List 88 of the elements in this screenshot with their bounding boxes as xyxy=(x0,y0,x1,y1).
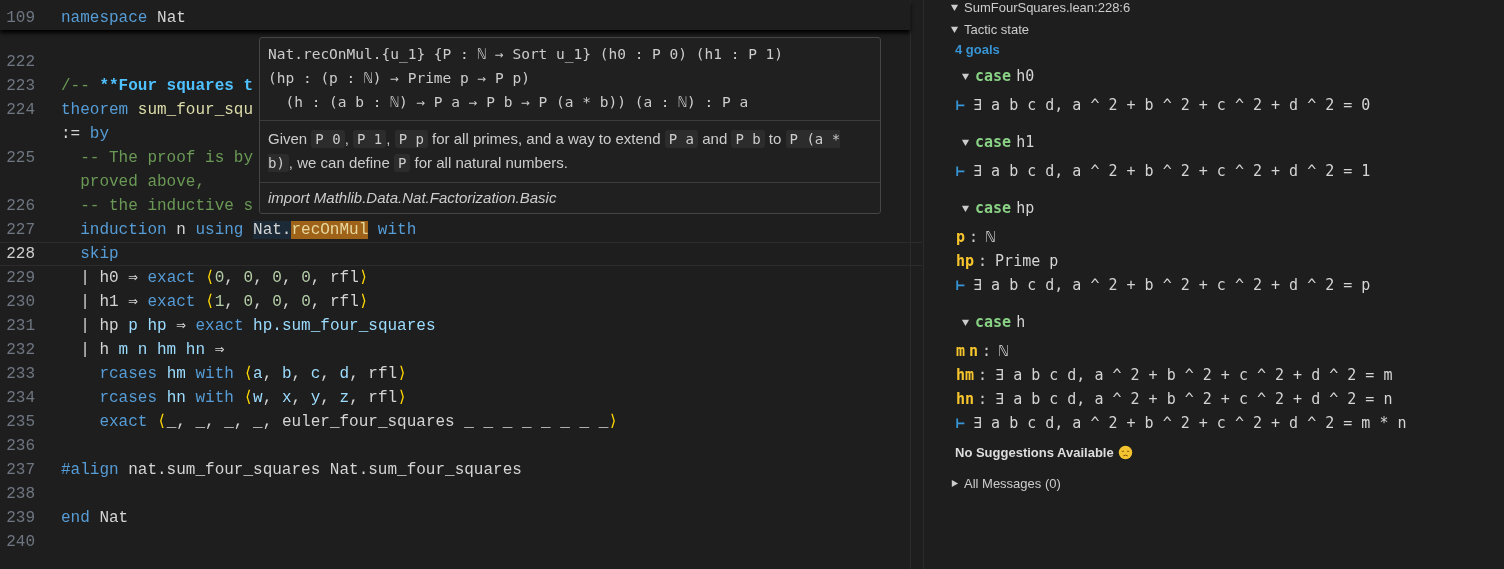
caret-down-icon[interactable] xyxy=(961,71,970,81)
code-line: rcases hn with ⟨w, x, y, z, rfl⟩ xyxy=(98,388,407,409)
code-line: -- The proof is by xyxy=(79,148,254,169)
turnstile-symbol: ⊢ xyxy=(956,162,966,180)
no-suggestions-text: No Suggestions Available xyxy=(955,445,1114,460)
code-line: proved above, xyxy=(79,172,206,193)
code-line: #align nat.sum_four_squares Nat.sum_four_squares xyxy=(61,460,522,481)
line-number: 233 xyxy=(6,364,35,385)
hypothesis-name[interactable]: hm xyxy=(956,366,975,384)
case-name: h xyxy=(1016,313,1026,331)
goal-text: ∃ a b c d, a ^ 2 + b ^ 2 + c ^ 2 + d ^ 2 = m * n xyxy=(973,414,1407,432)
hypothesis-name[interactable]: hn xyxy=(956,390,975,408)
line-number: 238 xyxy=(6,484,35,505)
case-name: h0 xyxy=(1016,67,1035,85)
case-name: h1 xyxy=(1016,133,1035,151)
code-line: | h0 ⇒ exact ⟨0, 0, 0, 0, rfl⟩ xyxy=(79,268,369,289)
line-number: 235 xyxy=(6,412,35,433)
code-line: induction n using Nat.recOnMul with xyxy=(79,220,417,241)
caret-down-icon[interactable] xyxy=(961,137,970,147)
goal-text: ∃ a b c d, a ^ 2 + b ^ 2 + c ^ 2 + d ^ 2 = 1 xyxy=(973,162,1371,180)
line-number: 226 xyxy=(6,196,35,217)
editor-scrollbar[interactable] xyxy=(910,0,924,569)
hypothesis-type: ∃ a b c d, a ^ 2 + b ^ 2 + c ^ 2 + d ^ 2 = m xyxy=(995,366,1393,384)
case-keyword: case xyxy=(975,67,1012,85)
goal-text: ∃ a b c d, a ^ 2 + b ^ 2 + c ^ 2 + d ^ 2 = p xyxy=(973,276,1371,294)
line-number: 224 xyxy=(6,100,35,121)
caret-down-icon[interactable] xyxy=(950,24,959,34)
caret-down-icon[interactable] xyxy=(950,2,959,12)
colon: : xyxy=(982,342,992,360)
goal-count: 4 goals xyxy=(954,41,1001,59)
code-line: | h m n hm hn ⇒ xyxy=(79,340,225,361)
line-number: 231 xyxy=(6,316,35,337)
signature-text: (h : (a b : ℕ) → P a → P b → P (a * b)) (a : ℕ) : P a xyxy=(284,93,750,112)
sad-face-icon xyxy=(1117,445,1133,460)
turnstile-symbol: ⊢ xyxy=(956,96,966,114)
tactic-state-header[interactable]: Tactic state xyxy=(964,21,1030,37)
case-keyword: case xyxy=(975,313,1012,331)
signature-text: (hp : (p : ℕ) → Prime p → P p) xyxy=(268,69,531,88)
code-line: end Nat xyxy=(61,508,129,529)
line-number: 232 xyxy=(6,340,35,361)
line-number: 227 xyxy=(6,220,35,241)
code-line: exact ⟨_, _, _, _, euler_four_squares _ _ _ _ _ _ _ _⟩ xyxy=(98,412,618,433)
case-keyword: case xyxy=(975,133,1012,151)
case-name: hp xyxy=(1016,199,1035,217)
code-line: | hp p hp ⇒ exact hp.sum_four_squares xyxy=(79,316,436,337)
hypothesis-name[interactable]: hp xyxy=(956,252,975,270)
line-number: 225 xyxy=(6,148,35,169)
case-keyword: case xyxy=(975,199,1012,217)
code-line: theorem sum_four_squ xyxy=(61,100,254,121)
code-line: rcases hm with ⟨a, b, c, d, rfl⟩ xyxy=(98,364,407,385)
line-number: 236 xyxy=(6,436,35,457)
signature-text: Nat.recOnMul.{u_1} {P : ℕ → Sort u_1} (h0 : P 0) (h1 : P 1) xyxy=(268,45,785,65)
colon: : xyxy=(969,228,979,246)
turnstile-symbol: ⊢ xyxy=(956,414,966,432)
colon: : xyxy=(978,252,988,270)
file-position-header[interactable]: SumFourSquares.lean:228:6 xyxy=(964,0,1131,15)
code-line: | h1 ⇒ exact ⟨1, 0, 0, 0, rfl⟩ xyxy=(79,292,369,313)
line-number: 237 xyxy=(6,460,35,481)
code-line: -- the inductive s xyxy=(79,196,254,217)
colon: : xyxy=(978,390,988,408)
line-number: 239 xyxy=(6,508,35,529)
line-number: 223 xyxy=(6,76,35,97)
hypothesis-name[interactable]: n xyxy=(969,342,979,360)
code-line: := by xyxy=(61,124,109,145)
import-text: import Mathlib.Data.Nat.Factorization.Basic xyxy=(260,182,880,213)
goal-text: ∃ a b c d, a ^ 2 + b ^ 2 + c ^ 2 + d ^ 2 = 0 xyxy=(973,96,1371,114)
line-number: 240 xyxy=(6,532,35,553)
line-number: 222 xyxy=(6,52,35,73)
hypothesis-type: ∃ a b c d, a ^ 2 + b ^ 2 + c ^ 2 + d ^ 2 = n xyxy=(995,390,1393,408)
line-number: 230 xyxy=(6,292,35,313)
all-messages-header[interactable]: All Messages (0) xyxy=(964,475,1061,491)
hypothesis-name[interactable]: p xyxy=(956,228,966,246)
code-line: skip xyxy=(79,244,119,265)
hypothesis-name[interactable]: m xyxy=(956,342,966,360)
caret-down-icon[interactable] xyxy=(961,317,970,327)
code-line: namespace Nat xyxy=(61,8,186,29)
line-number: 109 xyxy=(6,8,35,29)
line-number: 228 xyxy=(6,244,35,265)
hypothesis-type: Prime p xyxy=(995,252,1059,270)
code-line: /-- **Four squares t xyxy=(61,76,254,97)
caret-down-icon[interactable] xyxy=(961,203,970,213)
line-number: 229 xyxy=(6,268,35,289)
colon: : xyxy=(978,366,988,384)
caret-right-icon[interactable] xyxy=(950,478,959,488)
hypothesis-type: ℕ xyxy=(986,228,996,246)
hypothesis-type: ℕ xyxy=(999,342,1009,360)
line-number: 234 xyxy=(6,388,35,409)
turnstile-symbol: ⊢ xyxy=(956,276,966,294)
